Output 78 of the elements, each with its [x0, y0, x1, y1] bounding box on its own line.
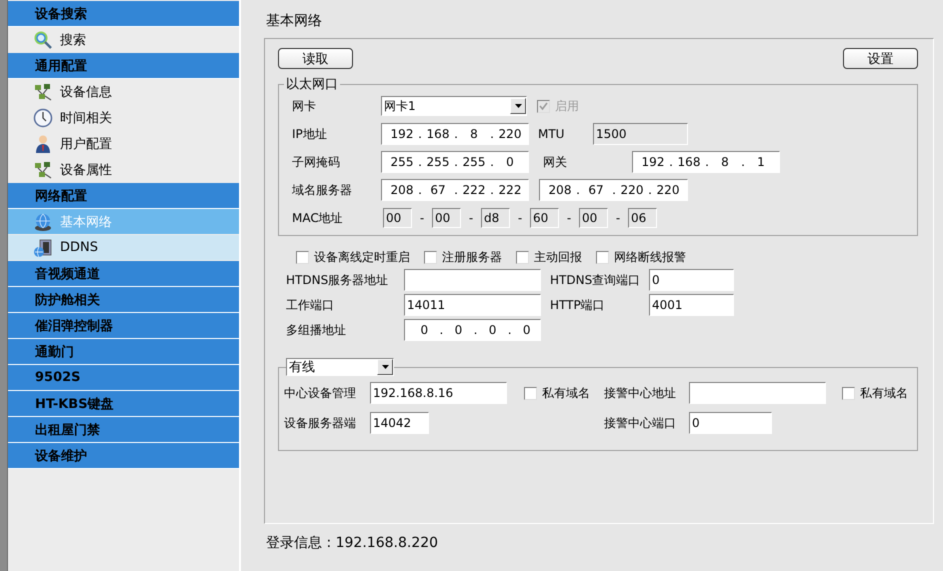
sidebar-group-header[interactable]: 网络配置 [8, 183, 239, 209]
checkbox[interactable] [516, 250, 529, 264]
field-label: IP地址 [292, 126, 328, 142]
sidebar-group-header[interactable]: 防护舱相关 [8, 287, 239, 313]
sidebar-group-header[interactable]: 设备维护 [8, 443, 239, 469]
checkbox[interactable] [296, 250, 309, 264]
input-field[interactable]: 14042 [370, 412, 429, 434]
sidebar-item[interactable]: 设备信息 [8, 79, 239, 105]
group-title: 以太网口 [285, 76, 339, 93]
user-icon [33, 134, 53, 154]
sidebar-group-header[interactable]: 9502S [8, 365, 239, 391]
ip-address-field[interactable]: 255 . 255 . 255 . 0 [381, 151, 529, 173]
field-label: HTDNS服务器地址 [286, 272, 390, 288]
sidebar-group-header[interactable]: HT-KBS键盘 [8, 391, 239, 417]
input-field[interactable]: 14011 [404, 294, 541, 316]
checkbox[interactable] [524, 386, 537, 400]
caret-icon [382, 365, 388, 369]
sidebar-item[interactable]: 用户配置 [8, 131, 239, 157]
dash-separator: - [566, 211, 572, 225]
field-label: 子网掩码 [292, 154, 341, 170]
globe-icon [33, 212, 53, 232]
input-field[interactable]: 0 [689, 412, 772, 434]
field-label: 网卡 [292, 98, 317, 114]
login-info-text: 登录信息 : 192.168.8.220 [266, 534, 440, 552]
checkbox[interactable] [424, 250, 437, 264]
field-label: 工作端口 [286, 296, 335, 314]
search-icon [33, 30, 53, 50]
dropdown[interactable]: 有线 [286, 358, 394, 376]
field-label: 多组播地址 [286, 322, 347, 338]
checkbox-label[interactable]: 网络断线报警 [614, 248, 686, 266]
checkbox-label[interactable]: 主动回报 [534, 248, 582, 266]
caret-icon [514, 104, 522, 108]
checkbox[interactable] [596, 250, 609, 264]
network-devices-icon [33, 160, 53, 180]
ip-address-field[interactable]: 192 . 168 . 8 . 1 [632, 151, 780, 173]
sidebar-group-header[interactable]: 音视频通道 [8, 261, 239, 287]
checkbox-label[interactable]: 注册服务器 [442, 248, 502, 266]
ip-address-field[interactable]: 208 . 67 . 220 . 220 [539, 179, 688, 201]
checkbox-label[interactable]: 设备离线定时重启 [314, 248, 410, 266]
checkbox-label[interactable]: 私有域名 [542, 384, 590, 402]
dash-separator: - [468, 211, 474, 225]
field-label: 接警中心端口 [604, 414, 677, 432]
input-field[interactable] [689, 382, 826, 404]
sidebar-group-header[interactable]: 设备搜索 [8, 1, 239, 27]
sidebar-group-header[interactable]: 通用配置 [8, 53, 239, 79]
checkbox-label[interactable]: 私有域名 [860, 384, 908, 402]
input-field[interactable]: 4001 [649, 294, 734, 316]
ip-address-field[interactable]: 0 . 0 . 0 . 0 [404, 319, 541, 341]
field-label: 接警中心地址 [604, 384, 677, 402]
field-label: MTU [538, 127, 566, 141]
sidebar-group-header[interactable]: 通勤门 [8, 339, 239, 365]
set-button[interactable]: 设置 [843, 48, 918, 69]
field-label: HTDNS查询端口 [550, 272, 642, 288]
sidebar-group-header[interactable]: 出租屋门禁 [8, 417, 239, 443]
sidebar-item[interactable]: 时间相关 [8, 105, 239, 131]
input-field[interactable]: 0 [649, 269, 734, 291]
dash-separator: - [516, 211, 524, 225]
ip-address-field[interactable]: 192 . 168 . 8 . 220 [381, 123, 529, 145]
dash-separator: - [418, 211, 426, 225]
sidebar-group-header[interactable]: 催泪弹控制器 [8, 313, 239, 339]
clock-icon [33, 108, 53, 128]
read-button[interactable]: 读取 [278, 48, 353, 69]
field-label: 域名服务器 [292, 182, 353, 198]
ip-address-field[interactable]: 208 . 67 . 222 . 222 [381, 179, 529, 201]
field-label: MAC地址 [292, 210, 344, 226]
checkbox[interactable] [842, 386, 855, 400]
input-field[interactable] [404, 269, 541, 291]
dropdown[interactable]: 网卡1 [381, 96, 527, 116]
field-label: HTTP端口 [550, 296, 606, 314]
field-label: 中心设备管理 [284, 384, 357, 402]
input-field[interactable]: 192.168.8.16 [370, 382, 507, 404]
sidebar-item[interactable]: DDNS [8, 235, 239, 261]
dash-separator: - [614, 211, 622, 225]
server-globe-icon [33, 238, 53, 258]
field-label: 网关 [543, 154, 568, 170]
field-label: 设备服务器端 [284, 414, 357, 432]
page-title: 基本网络 [266, 12, 323, 29]
network-devices-icon [33, 82, 53, 102]
